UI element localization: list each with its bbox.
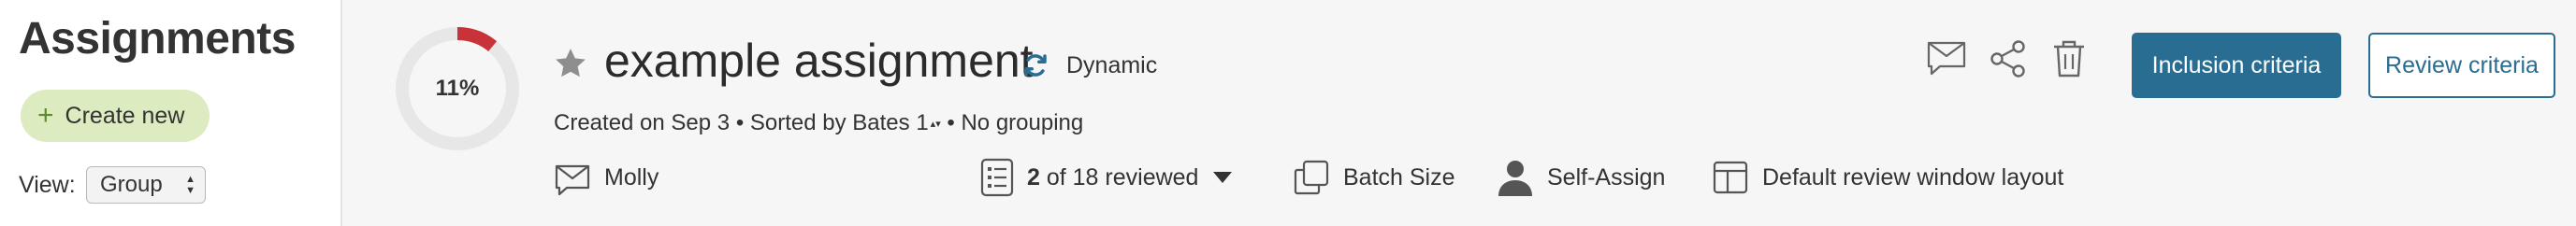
assignment-meta: Created on Sep 3 • Sorted by Bates 1 ▴▾ •… <box>554 110 1083 136</box>
view-label: View: <box>19 172 76 198</box>
assignment-header: 11% example assignment Dynamic Created o… <box>344 0 2576 226</box>
batch-size-label: Batch Size <box>1343 163 1455 191</box>
meta-separator: • <box>735 110 745 135</box>
progress-ring: 11% <box>395 26 520 151</box>
trash-icon <box>2054 40 2084 78</box>
assignments-sidebar: Assignments + Create new View: Group ▲ ▼ <box>0 0 342 226</box>
sort-arrows-icon: ▴▾ <box>930 119 941 130</box>
plus-icon: + <box>37 100 54 131</box>
reviewed-number: 2 <box>1027 163 1040 191</box>
self-assign[interactable]: Self-Assign <box>1497 159 1665 196</box>
progress-percent: 11% <box>435 76 480 101</box>
view-select-value: Group <box>100 172 163 197</box>
sort-order: Sorted by Bates 1 <box>749 110 929 135</box>
assignee-name: Molly <box>604 163 659 191</box>
review-criteria-button[interactable]: Review criteria <box>2368 33 2555 98</box>
create-new-button[interactable]: + Create new <box>21 90 210 142</box>
select-arrows-icon: ▲ ▼ <box>185 174 195 196</box>
mode-label: Dynamic <box>1066 52 1158 78</box>
self-assign-label: Self-Assign <box>1547 163 1666 191</box>
view-select[interactable]: Group ▲ ▼ <box>86 166 206 204</box>
email-button[interactable] <box>1925 37 1968 80</box>
star-icon[interactable] <box>552 45 589 82</box>
reviewed-total: of 18 reviewed <box>1046 163 1199 191</box>
person-icon <box>1498 161 1532 196</box>
assignee[interactable]: Molly <box>554 159 658 196</box>
mail-icon <box>555 164 590 196</box>
review-progress[interactable]: 2 of 18 reviewed <box>980 158 1234 197</box>
dropdown-caret-icon[interactable] <box>1211 170 1234 185</box>
list-icon <box>980 158 1014 197</box>
share-icon <box>1990 40 2025 78</box>
layout-icon <box>1713 161 1748 194</box>
created-date: Created on Sep 3 <box>554 110 731 135</box>
create-new-label: Create new <box>65 102 185 129</box>
delete-button[interactable] <box>2048 37 2091 80</box>
reviewed-count: 2 of 18 reviewed <box>1027 164 1198 191</box>
share-button[interactable] <box>1987 37 2030 80</box>
sidebar-title: Assignments <box>19 14 296 64</box>
sync-icon <box>1024 54 1047 77</box>
assignment-title: example assignment <box>604 35 1034 87</box>
layout-label: Default review window layout <box>1762 163 2064 191</box>
batch-size[interactable]: Batch Size <box>1293 159 1455 196</box>
review-layout[interactable]: Default review window layout <box>1712 159 2063 196</box>
inclusion-criteria-button[interactable]: Inclusion criteria <box>2132 33 2341 98</box>
grouping: No grouping <box>961 110 1084 135</box>
meta-separator: • <box>947 110 955 135</box>
copy-icon <box>1294 160 1329 195</box>
mail-icon <box>1927 41 1966 76</box>
